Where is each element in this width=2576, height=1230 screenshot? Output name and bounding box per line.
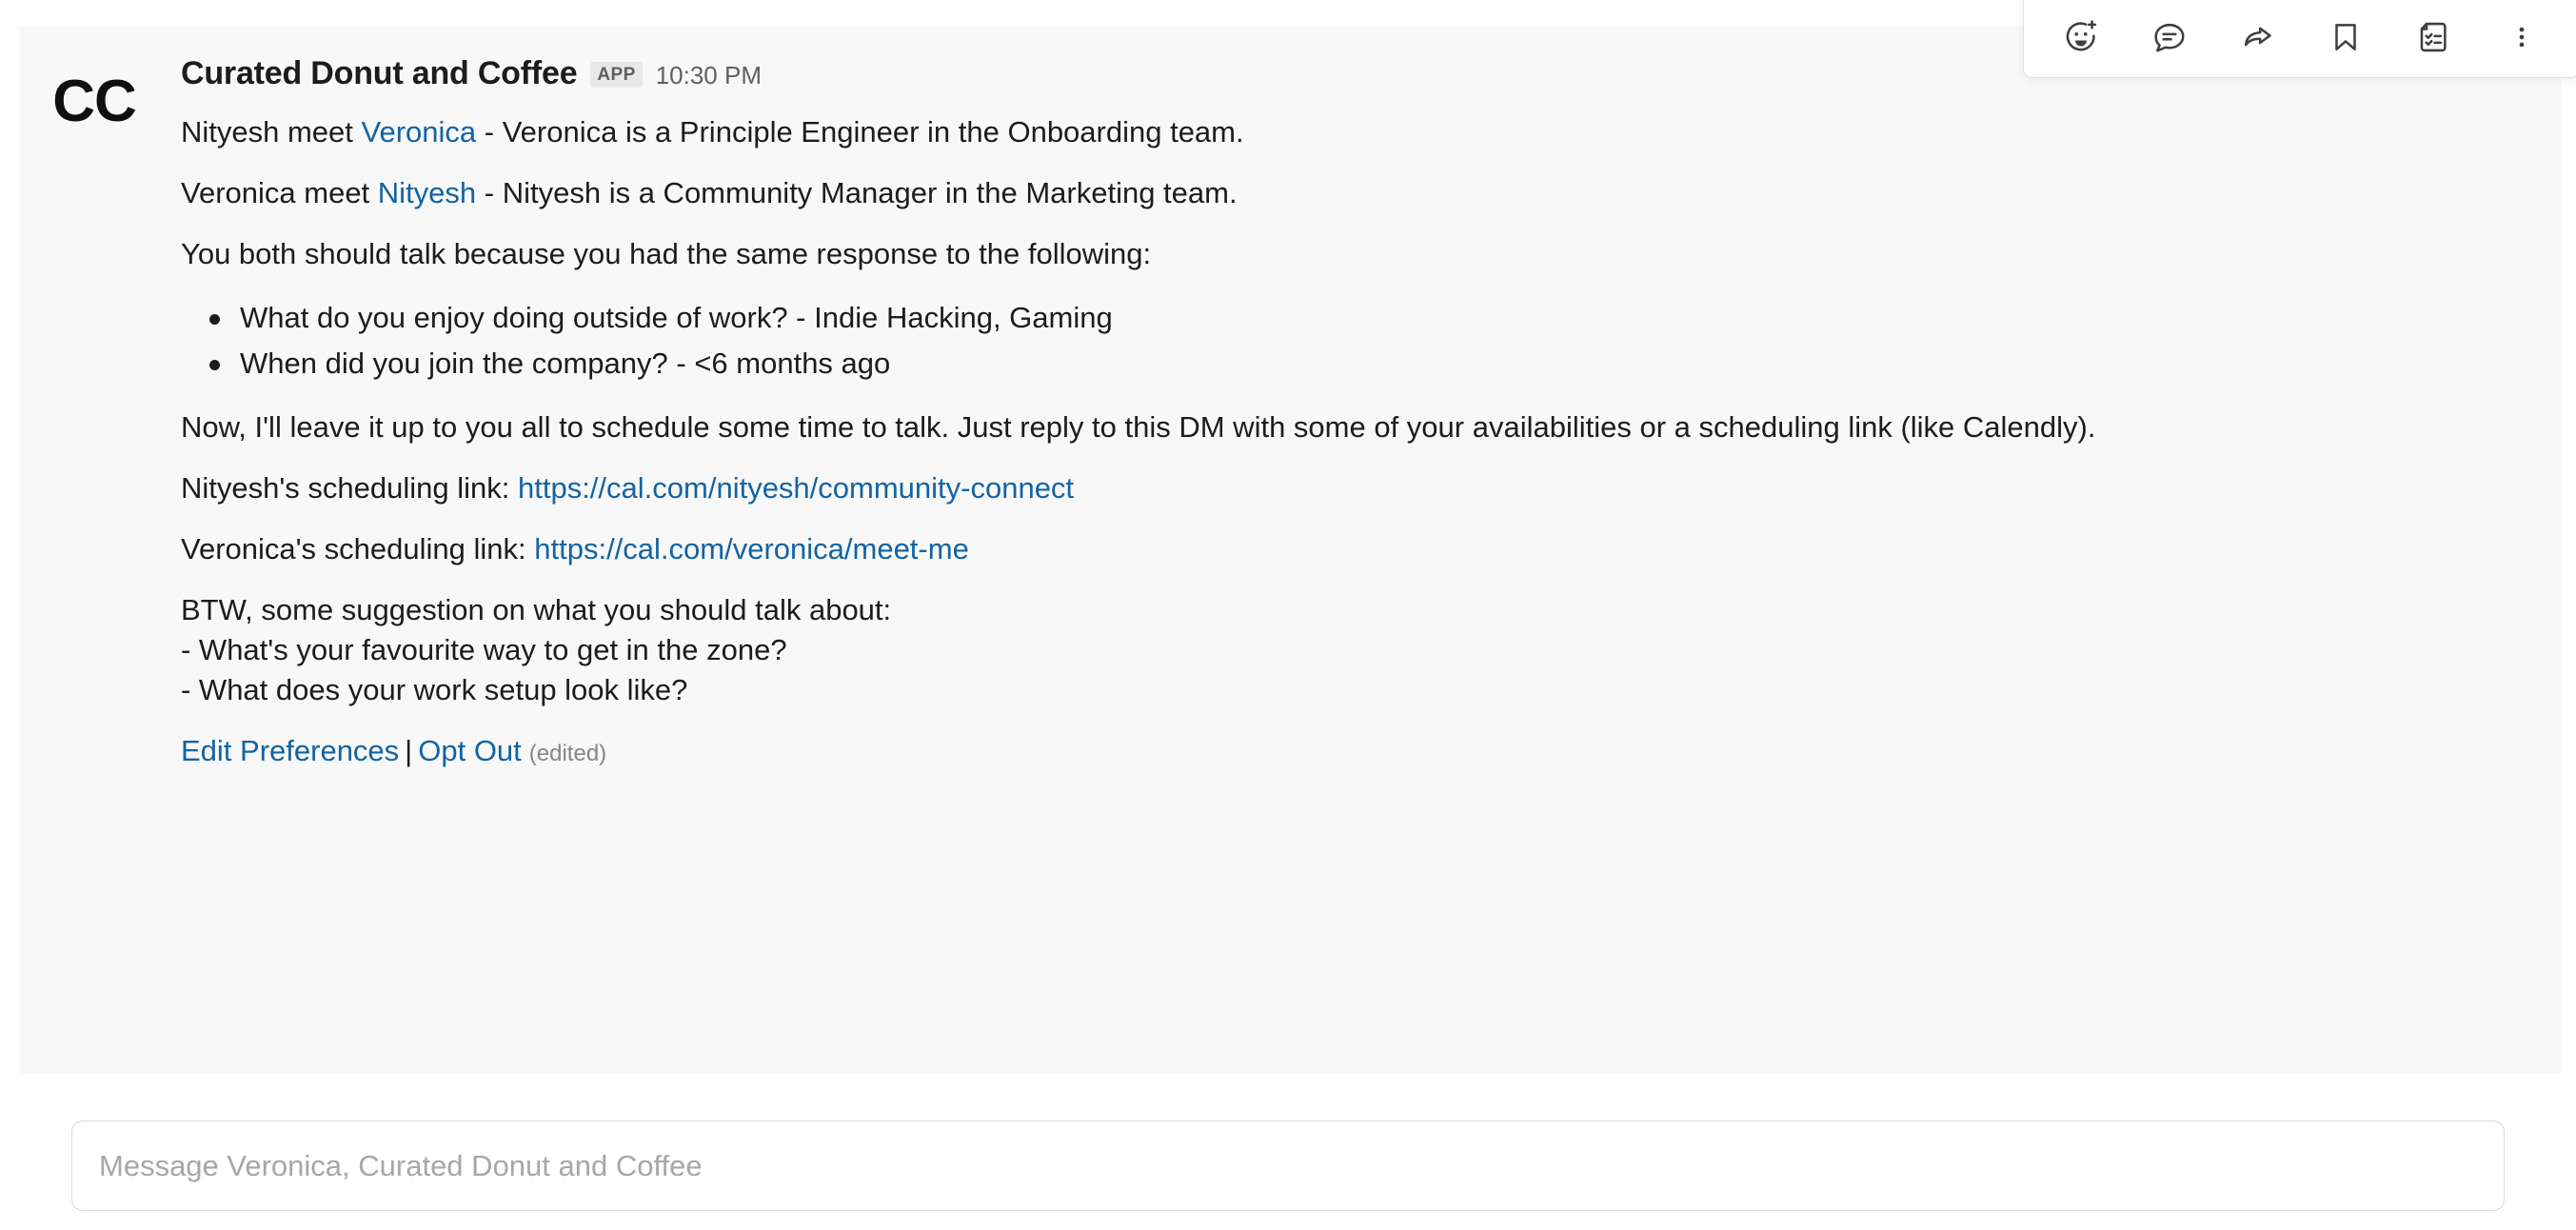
message-body: Curated Donut and Coffee APP 10:30 PM Ni… [181, 55, 2523, 803]
same-response-intro: You both should talk because you had the… [181, 237, 1152, 270]
talk-suggestions: BTW, some suggestion on what you should … [181, 593, 892, 706]
more-actions-icon [2504, 19, 2540, 55]
save-for-later-button[interactable] [2315, 10, 2376, 64]
footer-separator: | [405, 734, 413, 767]
veronica-scheduling-label: Veronica's scheduling link: [181, 532, 535, 565]
forward-message-icon [2239, 19, 2275, 55]
message-timestamp[interactable]: 10:30 PM [656, 61, 762, 90]
slack-dm-view: CC Curated Donut and Coffee APP 10:30 PM… [0, 0, 2576, 1230]
app-badge: APP [590, 62, 643, 88]
shared-response-list: What do you enjoy doing outside of work?… [181, 295, 2523, 387]
add-reaction-button[interactable] [2051, 10, 2111, 64]
reply-in-thread-button[interactable] [2139, 10, 2200, 64]
list-item: What do you enjoy doing outside of work?… [209, 295, 2523, 341]
schedule-paragraph: Now, I'll leave it up to you all to sche… [181, 410, 2096, 444]
intro-nityesh-paragraph: Nityesh meet Veronica - Veronica is a Pr… [181, 112, 2466, 152]
message-row[interactable]: CC Curated Donut and Coffee APP 10:30 PM… [19, 0, 2576, 1074]
more-actions-button[interactable] [2491, 10, 2552, 64]
add-to-list-button[interactable] [2403, 10, 2464, 64]
mention-nityesh[interactable]: Nityesh [378, 176, 476, 209]
nityesh-scheduling-line: Nityesh's scheduling link: https://cal.c… [181, 468, 2466, 508]
mention-veronica[interactable]: Veronica [362, 115, 477, 149]
edit-preferences-link[interactable]: Edit Preferences [181, 734, 399, 767]
avatar-initials: CC [52, 69, 137, 134]
message-footer-actions: Edit Preferences | Opt Out (edited) [181, 731, 2523, 774]
forward-message-button[interactable] [2227, 10, 2288, 64]
list-item: When did you join the company? - <6 mont… [209, 341, 2523, 387]
intro-veronica-suffix: - Nityesh is a Community Manager in the … [476, 176, 1238, 209]
message-input[interactable] [97, 1147, 2479, 1184]
reply-in-thread-icon [2151, 19, 2188, 55]
nityesh-scheduling-label: Nityesh's scheduling link: [181, 471, 518, 505]
nityesh-scheduling-link[interactable]: https://cal.com/nityesh/community-connec… [518, 471, 1074, 505]
veronica-scheduling-link[interactable]: https://cal.com/veronica/meet-me [534, 532, 969, 565]
bookmark-icon [2328, 19, 2364, 55]
message-composer[interactable] [71, 1121, 2505, 1211]
intro-veronica-paragraph: Veronica meet Nityesh - Nityesh is a Com… [181, 173, 2466, 213]
edited-label: (edited) [528, 741, 607, 766]
veronica-scheduling-line: Veronica's scheduling link: https://cal.… [181, 529, 2466, 569]
avatar[interactable]: CC [52, 65, 137, 139]
intro-nityesh-prefix: Nityesh meet [181, 115, 362, 149]
intro-nityesh-suffix: - Veronica is a Principle Engineer in th… [476, 115, 1244, 149]
sender-name[interactable]: Curated Donut and Coffee [181, 55, 578, 92]
opt-out-link[interactable]: Opt Out [418, 734, 522, 767]
checklist-icon [2415, 19, 2451, 55]
intro-veronica-prefix: Veronica meet [181, 176, 378, 209]
message-hover-toolbar[interactable] [2023, 0, 2576, 78]
add-reaction-icon [2063, 19, 2099, 55]
